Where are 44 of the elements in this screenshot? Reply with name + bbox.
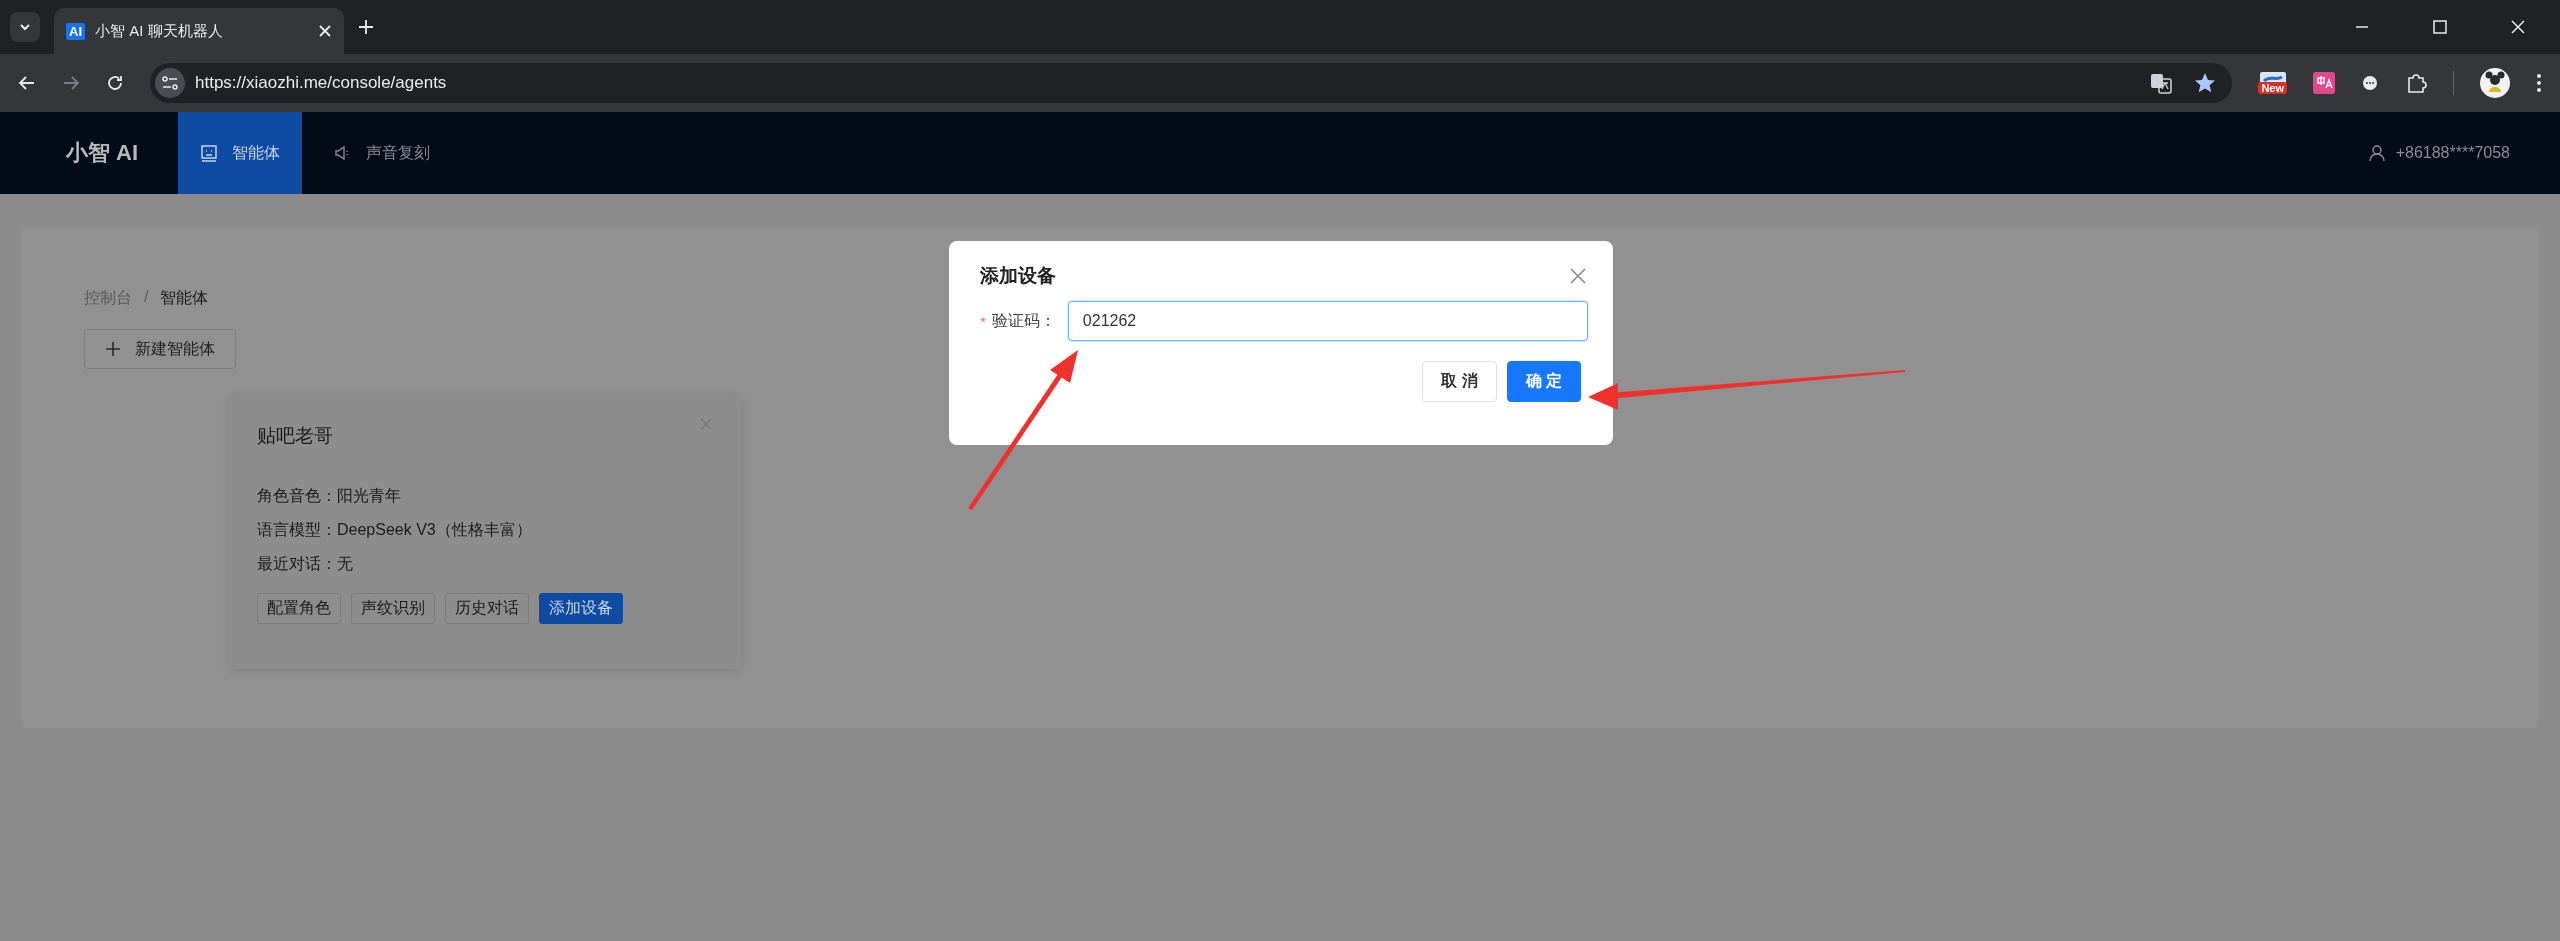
reload-icon[interactable] <box>106 74 124 92</box>
site-settings-icon[interactable] <box>155 68 185 98</box>
agent-action-button[interactable]: 历史对话 <box>445 593 529 624</box>
breadcrumb-current: 智能体 <box>160 288 209 308</box>
agent-action-button[interactable]: 添加设备 <box>539 593 623 624</box>
chat-icon[interactable] <box>2361 74 2379 92</box>
required-mark: * <box>980 312 986 330</box>
nav-tab[interactable]: 智能体 <box>178 112 303 194</box>
logo-text: 小智 AI <box>66 139 139 167</box>
translate-extension-icon[interactable] <box>2313 72 2335 94</box>
address-bar[interactable]: https://xiaozhi.me/console/agents <box>150 63 2233 103</box>
profile-avatar-icon[interactable] <box>2480 68 2510 98</box>
new-agent-button[interactable]: 新建智能体 <box>84 329 236 369</box>
verification-code-field[interactable]: 021262 <box>1067 301 1588 341</box>
extensions-icon[interactable] <box>2405 72 2427 94</box>
nav-tab[interactable]: 声音复刻 <box>312 112 453 194</box>
tab-search-button[interactable] <box>10 12 40 42</box>
back-icon[interactable] <box>18 74 36 92</box>
menu-icon[interactable] <box>2536 73 2542 93</box>
dialog-title: 添加设备 <box>980 264 1056 288</box>
favicon-icon: AI <box>66 22 85 40</box>
dialog-button[interactable]: 取 消 <box>1422 361 1497 402</box>
field-label: 验证码： <box>991 310 1056 331</box>
star-icon[interactable] <box>2194 72 2217 94</box>
translate-icon[interactable] <box>2150 72 2173 94</box>
plus-icon <box>105 341 121 357</box>
forward-icon[interactable] <box>62 74 80 92</box>
robot-icon <box>200 144 219 162</box>
new-badge: New <box>2258 82 2287 94</box>
user-icon <box>2367 144 2386 162</box>
user-phone[interactable]: +86188****7058 <box>2395 144 2510 162</box>
agent-action-button[interactable]: 配置角色 <box>257 593 341 624</box>
dialog-button[interactable]: 确 定 <box>1506 361 1581 402</box>
agent-info-text: 角色音色：阳光青年 <box>257 486 402 506</box>
browser-tab[interactable]: AI 小智 AI 聊天机器人 <box>54 8 344 54</box>
new-tab-icon[interactable] <box>358 19 374 35</box>
agent-info-text: 语言模型：DeepSeek V3（性格丰富） <box>257 520 533 540</box>
agent-name: 贴吧老哥 <box>257 424 333 448</box>
maximize-icon[interactable] <box>2432 19 2448 35</box>
url-text: https://xiaozhi.me/console/agents <box>195 73 447 93</box>
tab-title: 小智 AI 聊天机器人 <box>95 21 224 41</box>
agent-info-text: 最近对话：无 <box>257 554 354 574</box>
breadcrumb-separator: / <box>144 288 149 307</box>
agent-action-button[interactable]: 声纹识别 <box>351 593 435 624</box>
